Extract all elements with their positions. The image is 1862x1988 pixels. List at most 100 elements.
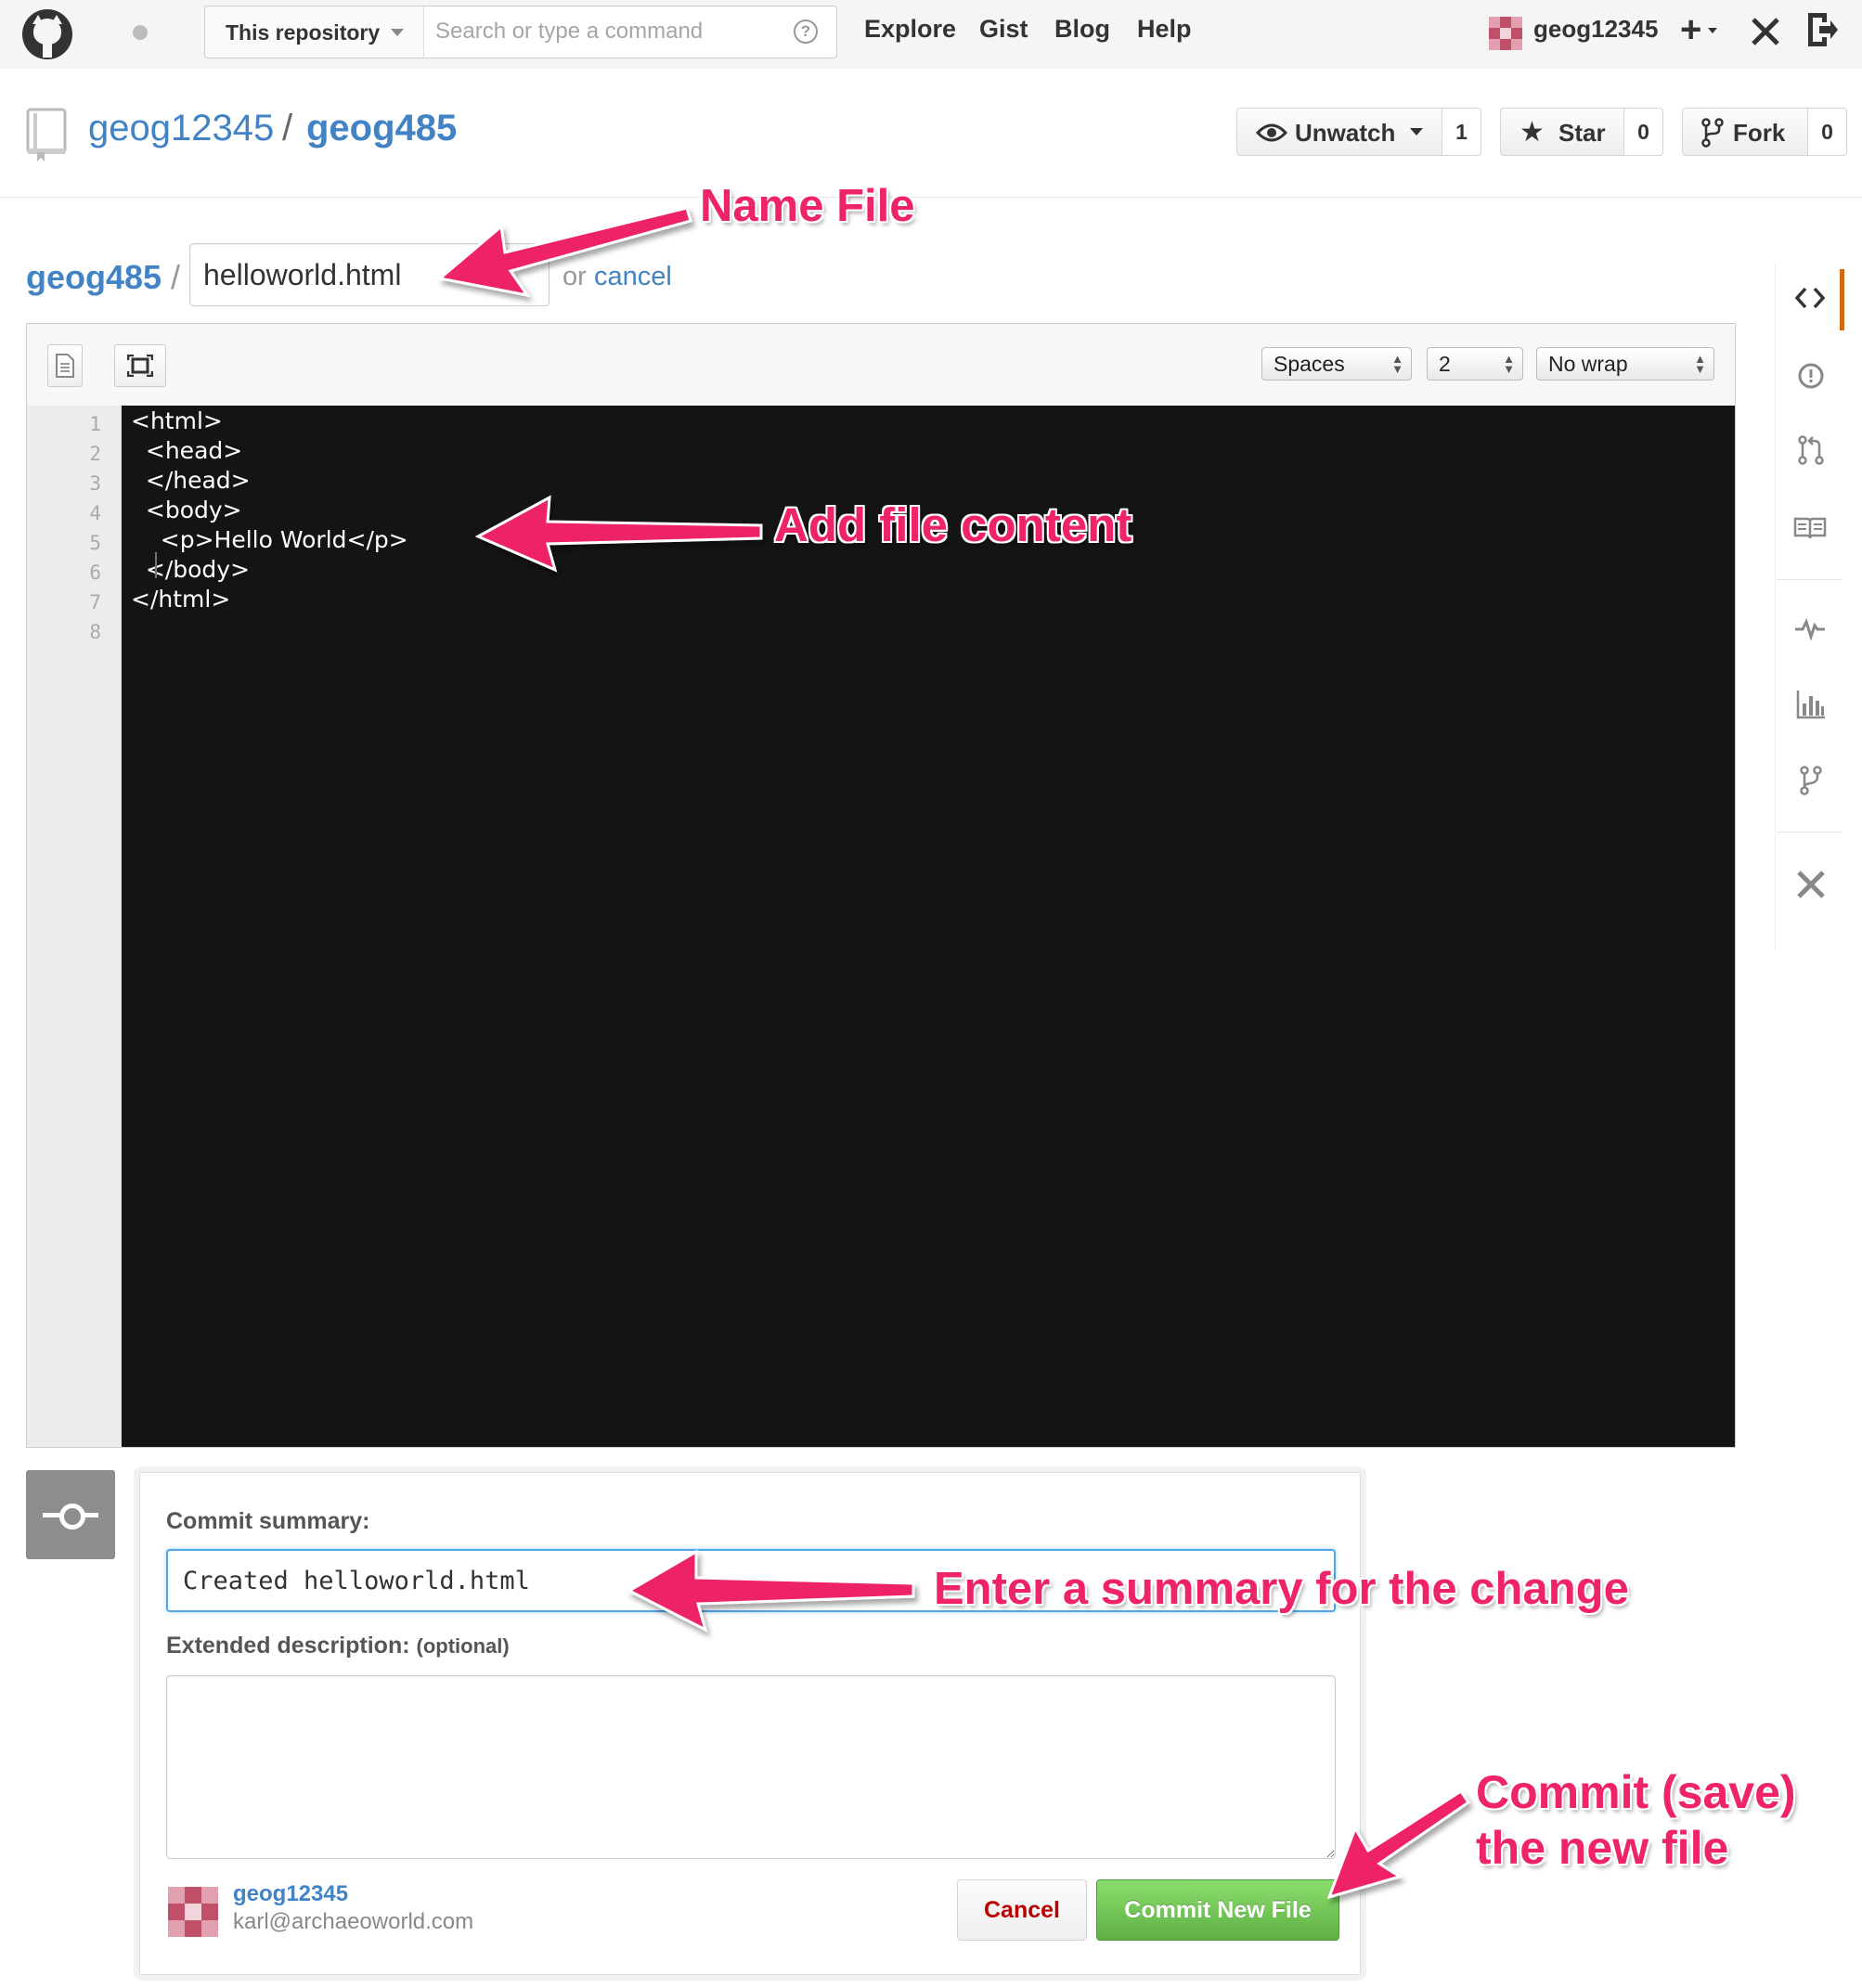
unwatch-caret-icon — [1410, 128, 1423, 136]
line-number: 8 — [89, 621, 101, 643]
watch-count[interactable]: 1 — [1442, 109, 1481, 155]
cancel-link[interactable]: cancel — [594, 262, 672, 292]
code-line: </html> — [131, 586, 231, 613]
code-editor: Spaces ▲ ▼ 2 ▲ ▼ No wrap ▲ ▼ 1 2 3 4 5 6 7 … — [26, 323, 1736, 1448]
annotation-enter-summary: Enter a summary for the change — [934, 1564, 1629, 1614]
graphs-icon[interactable] — [1795, 689, 1827, 720]
code-line: <body> — [131, 497, 242, 523]
author-avatar — [168, 1887, 218, 1937]
pulse-icon[interactable] — [1793, 616, 1827, 640]
commit-author-name[interactable]: geog12345 — [233, 1881, 348, 1907]
select-arrows-icon: ▲ ▼ — [1694, 352, 1706, 376]
fork-label: Fork — [1733, 119, 1786, 147]
nav-gist[interactable]: Gist — [979, 15, 1028, 44]
star-label: Star — [1558, 119, 1606, 147]
text-cursor — [155, 552, 157, 578]
line-number: 7 — [89, 591, 101, 613]
nav-explore[interactable]: Explore — [864, 15, 956, 44]
code-line: <head> — [131, 437, 243, 464]
wrap-mode-select[interactable]: No wrap ▲ ▼ — [1536, 347, 1714, 381]
fork-count[interactable]: 0 — [1808, 109, 1846, 155]
top-header: This repository ? Explore Gist Blog Help… — [0, 0, 1862, 70]
editor-toolbar: Spaces ▲ ▼ 2 ▲ ▼ No wrap ▲ ▼ — [27, 324, 1735, 407]
nav-blog[interactable]: Blog — [1054, 15, 1110, 44]
code-line: <p>Hello World</p> — [131, 526, 408, 553]
optional-hint: (optional) — [416, 1634, 510, 1658]
nav-help[interactable]: Help — [1137, 15, 1192, 44]
star-button-group: ★ Star 0 — [1500, 108, 1663, 156]
sign-out-icon[interactable] — [1806, 11, 1838, 48]
watch-button-group: Unwatch 1 — [1236, 108, 1481, 156]
breadcrumb-separator: / — [171, 258, 181, 296]
code-text-area[interactable]: <html> <head> </head> <body> <p>Hello Wo… — [122, 406, 1735, 1447]
annotation-commit-line2: the new file — [1476, 1822, 1729, 1874]
fork-icon — [1701, 118, 1724, 148]
commit-form: Commit summary: Extended description: (o… — [139, 1472, 1361, 1975]
notification-dot-icon[interactable] — [133, 25, 148, 40]
line-number: 2 — [89, 443, 101, 465]
annotation-commit-line1: Commit (save) — [1476, 1766, 1796, 1818]
select-arrows-icon: ▲ ▼ — [1391, 352, 1403, 376]
indent-mode-select[interactable]: Spaces ▲ ▼ — [1261, 347, 1412, 381]
indent-size-select[interactable]: 2 ▲ ▼ — [1427, 347, 1523, 381]
active-tab-indicator — [1840, 269, 1844, 330]
unwatch-button[interactable]: Unwatch — [1237, 109, 1442, 155]
pull-requests-icon[interactable] — [1797, 434, 1825, 466]
line-number: 5 — [89, 532, 101, 554]
scope-selector[interactable]: This repository — [205, 6, 424, 58]
search-input[interactable] — [435, 12, 779, 51]
sidebar-divider — [1777, 832, 1842, 833]
star-icon: ★ — [1519, 117, 1545, 148]
line-number-gutter: 1 2 3 4 5 6 7 8 — [27, 406, 122, 1447]
wiki-icon[interactable] — [1793, 516, 1827, 540]
filename-input[interactable] — [189, 243, 550, 306]
breadcrumb-repo-link[interactable]: geog485 — [26, 258, 162, 297]
fork-button-group: Fork 0 — [1682, 108, 1847, 156]
eye-icon — [1256, 123, 1287, 142]
repo-header: geog12345 / geog485 Unwatch 1 ★ Star 0 F… — [0, 69, 1862, 198]
scope-label: This repository — [226, 20, 381, 45]
line-number: 1 — [89, 413, 101, 435]
fullscreen-icon[interactable] — [114, 344, 166, 387]
annotation-name-file: Name File — [700, 181, 915, 231]
select-arrows-icon: ▲ ▼ — [1503, 352, 1515, 376]
fork-button[interactable]: Fork — [1683, 109, 1808, 155]
plus-caret-icon — [1708, 28, 1717, 33]
plus-icon[interactable]: + — [1680, 9, 1701, 51]
tools-icon[interactable] — [1749, 15, 1782, 48]
dropdown-caret-icon — [391, 29, 404, 36]
repo-separator: / — [282, 108, 293, 148]
code-icon[interactable] — [1795, 286, 1825, 310]
unwatch-label: Unwatch — [1295, 119, 1396, 147]
issues-icon[interactable] — [1797, 362, 1825, 390]
annotation-add-content: Add file content — [774, 498, 1132, 551]
line-number: 3 — [89, 472, 101, 495]
code-line: </head> — [131, 467, 251, 494]
line-number: 6 — [89, 562, 101, 584]
username-link[interactable]: geog12345 — [1533, 15, 1658, 44]
commit-summary-label: Commit summary: — [166, 1508, 370, 1534]
repo-name-link[interactable]: geog485 — [306, 108, 457, 149]
commit-icon — [26, 1470, 115, 1559]
avatar[interactable] — [1489, 17, 1522, 50]
help-icon[interactable]: ? — [794, 19, 818, 44]
github-logo-icon[interactable] — [22, 9, 72, 59]
or-text: or — [562, 262, 587, 291]
repo-owner-link[interactable]: geog12345 — [88, 108, 274, 149]
code-line: </body> — [131, 556, 251, 583]
commit-author-email: karl@archaeoworld.com — [233, 1909, 474, 1934]
settings-icon[interactable] — [1795, 869, 1827, 900]
line-number: 4 — [89, 502, 101, 524]
document-icon[interactable] — [47, 344, 83, 387]
extended-description-input[interactable] — [166, 1675, 1336, 1859]
extended-description-label: Extended description: (optional) — [166, 1633, 510, 1659]
search-bar: This repository ? — [204, 6, 837, 58]
code-line: <html> — [131, 407, 223, 434]
repo-book-icon — [26, 108, 67, 161]
sidebar-divider — [1777, 579, 1842, 580]
star-button[interactable]: ★ Star — [1501, 109, 1624, 155]
cancel-button[interactable]: Cancel — [957, 1879, 1087, 1941]
commit-new-file-button[interactable]: Commit New File — [1096, 1879, 1339, 1941]
network-icon[interactable] — [1799, 765, 1823, 796]
star-count[interactable]: 0 — [1624, 109, 1662, 155]
